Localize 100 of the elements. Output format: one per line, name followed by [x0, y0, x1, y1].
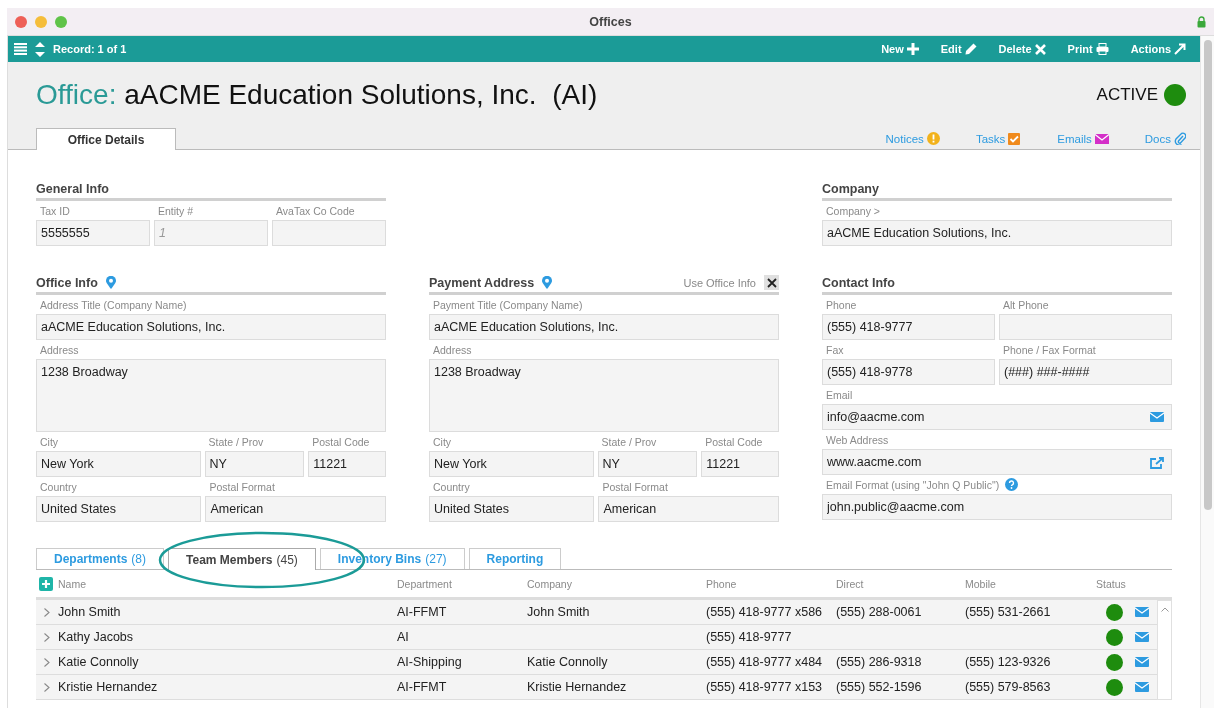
mail-icon[interactable]	[1150, 412, 1164, 422]
column-header: Mobile	[965, 577, 997, 590]
expand-icon[interactable]	[44, 657, 50, 667]
field-label: AvaTax Co Code	[276, 204, 355, 217]
table-cell-text: AI-Shipping	[397, 655, 463, 669]
external-link-icon[interactable]	[1150, 457, 1164, 469]
paperclip-icon	[1174, 132, 1186, 145]
pencil-icon	[964, 43, 977, 55]
table-cell-text: (555) 418-9777 x153	[706, 680, 824, 694]
field-label: Web Address	[826, 433, 889, 446]
table-row[interactable]: Kathy Jacobs AI (555) 418-9777	[36, 625, 1157, 650]
column-header: Department	[397, 577, 453, 590]
input-field[interactable]	[999, 314, 1172, 340]
input-field[interactable]: NY	[204, 451, 305, 477]
input-field[interactable]: (555) 418-9777	[822, 314, 995, 340]
table-cell-text: Kathy Jacobs	[58, 630, 135, 644]
field-label: Country	[433, 480, 470, 493]
plus-icon	[906, 43, 919, 55]
input-field[interactable]: American	[598, 496, 779, 522]
input-field[interactable]: New York	[36, 451, 201, 477]
input-field[interactable]: john.public@aacme.com	[822, 494, 1172, 520]
field-label: Postal Format	[209, 480, 275, 493]
input-field[interactable]: aACME Education Solutions, Inc.	[36, 314, 386, 340]
table-row[interactable]: Kristie Hernandez AI-FFMT Kristie Hernandez (555) 418-9777 x153 (555) 552-1596 (555) 579-8563	[36, 675, 1157, 700]
mail-icon[interactable]	[1135, 682, 1149, 692]
table-cell-text: Kristie Hernandez	[58, 680, 159, 694]
checkbox[interactable]	[764, 275, 779, 290]
field-label: Address Title (Company Name)	[40, 298, 187, 311]
table-cell-text: AI	[397, 630, 410, 644]
field-label: Fax	[826, 343, 844, 356]
field-label: Phone / Fax Format	[1003, 343, 1096, 356]
tab[interactable]: Team Members (45)	[168, 548, 316, 570]
envelope-icon	[1094, 134, 1109, 144]
window-title: Offices	[588, 14, 633, 29]
input-field[interactable]: NY	[597, 451, 698, 477]
expand-icon[interactable]	[44, 607, 50, 617]
close-window-button[interactable]	[15, 15, 27, 28]
field-label: Phone	[826, 298, 857, 311]
help-icon[interactable]	[1005, 478, 1019, 491]
expand-icon[interactable]	[44, 682, 50, 692]
up-down-icon[interactable]	[35, 41, 45, 57]
map-pin-icon[interactable]	[542, 276, 553, 289]
column-header: Company	[527, 577, 573, 590]
table-cell-text: (555) 418-9777 x484	[706, 655, 824, 669]
table-cell-text: AI-FFMT	[397, 605, 448, 619]
input-field[interactable]: 11221	[308, 451, 386, 477]
lock-icon	[1197, 15, 1206, 28]
input-field[interactable]: aACME Education Solutions, Inc.	[822, 220, 1172, 246]
option-label: Use Office Info	[683, 276, 756, 289]
input-field[interactable]: 5555555	[36, 220, 150, 246]
input-field[interactable]	[272, 220, 386, 246]
table-cell-text: Katie Connolly	[58, 655, 140, 669]
input-field[interactable]: United States	[36, 496, 202, 522]
table-row[interactable]: Katie Connolly AI-Shipping Katie Connolly (555) 418-9777 x484 (555) 286-9318 (555) 123-9326	[36, 650, 1157, 675]
input-field[interactable]: 1	[154, 220, 268, 246]
input-field[interactable]: (###) ###-####	[999, 359, 1172, 385]
table-cell-text: (555) 288-0061	[836, 605, 923, 619]
zoom-window-button[interactable]	[55, 15, 67, 28]
exclamation-icon	[926, 132, 940, 145]
scrollbar-thumb[interactable]	[1203, 40, 1212, 510]
table-cell-text: (555) 286-9318	[836, 655, 923, 669]
input-field[interactable]: 11221	[701, 451, 779, 477]
map-pin-icon[interactable]	[105, 276, 116, 289]
field-label: City	[40, 435, 59, 448]
expand-icon[interactable]	[44, 632, 50, 642]
field-label: Email Format (using "John Q Public")	[826, 478, 1000, 491]
table-cell-text: (555) 579-8563	[965, 680, 1052, 694]
field-label: Postal Code	[705, 435, 763, 448]
scrollbar[interactable]	[1157, 600, 1172, 700]
mail-icon[interactable]	[1135, 632, 1149, 642]
table-row[interactable]: John Smith AI-FFMT John Smith (555) 418-9777 x586 (555) 288-0061 (555) 531-2661	[36, 600, 1157, 625]
minimize-window-button[interactable]	[35, 15, 47, 28]
input-field[interactable]: www.aacme.com	[822, 449, 1172, 475]
field-label: State / Prov	[208, 435, 264, 448]
mail-icon[interactable]	[1135, 607, 1149, 617]
field-label: Address	[40, 343, 79, 356]
section-title: Office Info	[36, 275, 98, 290]
scrollbar[interactable]	[1200, 36, 1214, 708]
menu-icon[interactable]	[14, 43, 27, 55]
caret-icon[interactable]	[1160, 607, 1169, 612]
input-field[interactable]: info@aacme.com	[822, 404, 1172, 430]
field-label: Country	[40, 480, 77, 493]
text-area[interactable]: 1238 Broadway	[36, 359, 386, 432]
add-icon[interactable]	[39, 576, 53, 591]
status-label: ACTIVE	[1096, 84, 1158, 105]
field-label: Postal Code	[312, 435, 370, 448]
field-label: Postal Format	[602, 480, 668, 493]
input-field[interactable]: United States	[429, 496, 595, 522]
input-field[interactable]: aACME Education Solutions, Inc.	[429, 314, 779, 340]
input-field[interactable]: American	[205, 496, 386, 522]
input-field[interactable]: New York	[429, 451, 594, 477]
section-title: Contact Info	[822, 275, 895, 290]
mail-icon[interactable]	[1135, 657, 1149, 667]
table-cell-text: (555) 418-9777	[706, 630, 793, 644]
input-field[interactable]: (555) 418-9778	[822, 359, 995, 385]
table-cell-text: John Smith	[527, 605, 591, 619]
table-cell-text: (555) 531-2661	[965, 605, 1052, 619]
text-area[interactable]: 1238 Broadway	[429, 359, 779, 432]
field-label: Address	[433, 343, 472, 356]
tab[interactable]: Office Details	[36, 128, 176, 150]
